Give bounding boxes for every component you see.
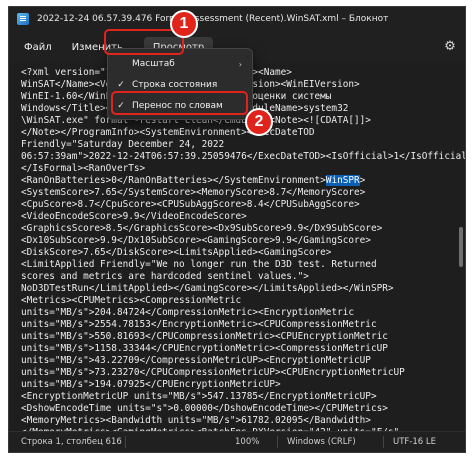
menu-file[interactable]: Файл bbox=[15, 37, 61, 58]
text-line: units="MB/s">1158.33344</CPUEncryptionMe… bbox=[21, 343, 388, 354]
text-line: units="MB/s">43.22709</CompressionMetric… bbox=[21, 355, 371, 366]
text-line: units="MB/s">194.07925</CPUEncryptionMet… bbox=[21, 379, 281, 390]
text-line: scores and metrics are hardcoded sentine… bbox=[21, 271, 309, 282]
status-zoom: 100% bbox=[235, 437, 260, 447]
status-encoding: UTF-16 LE bbox=[393, 437, 436, 447]
text-line: NoD3DTestRun</LimitApplied></GamingScore… bbox=[21, 283, 394, 294]
text-line: <DiskScore>7.65</DiskScore><LimitsApplie… bbox=[21, 247, 332, 258]
vertical-scrollbar[interactable] bbox=[459, 67, 463, 427]
status-line-ending: Windows (CRLF) bbox=[287, 437, 356, 447]
status-bar: Строка 1, столбец 616 100% Windows (CRLF… bbox=[9, 431, 465, 452]
notepad-app-icon bbox=[17, 13, 29, 25]
step-badge-1: 1 bbox=[170, 10, 198, 38]
status-position: Строка 1, столбец 616 bbox=[21, 437, 122, 447]
text-line: <EncryptionMetricUP units="MB/s">547.137… bbox=[21, 391, 377, 402]
text-line: units="MB/s">73.23270</CPUCompressionMet… bbox=[21, 367, 405, 378]
document-text: <?xml version="1.0"?><WinSAT><ProgramInf… bbox=[21, 67, 466, 452]
text-line: <Dx10SubScore>9.9</Dx10SubScore><GamingS… bbox=[21, 235, 371, 246]
text-line: <LimitApplied Friendly="We no longer run… bbox=[21, 259, 377, 270]
status-separator bbox=[125, 436, 126, 448]
text-line: </IsFormal><RanOverTs> bbox=[21, 163, 146, 174]
menu-item-status-bar-label: Строка состояния bbox=[132, 80, 218, 90]
text-line: </Note></ProgramInfo><SystemEnvironment>… bbox=[21, 127, 315, 138]
title-bar: 2022-12-24 06.57.39.476 Formal.Assessmen… bbox=[9, 7, 465, 31]
text-line: 06:57:39am">2022-12-24T06:57:39.25059476… bbox=[21, 151, 466, 162]
checkmark-icon: ✓ bbox=[117, 80, 125, 90]
text-line: <GraphicsScore>8.5</GraphicsScore><Dx9Su… bbox=[21, 223, 383, 234]
step-badge-2: 2 bbox=[245, 108, 273, 136]
status-separator bbox=[383, 436, 384, 448]
chevron-right-icon: › bbox=[238, 59, 242, 69]
menu-item-zoom[interactable]: Масштаб › bbox=[112, 54, 248, 74]
text-line: <CpuScore>8.7</CpuScore><CPUSubAggScore>… bbox=[21, 199, 360, 210]
text-line: units="MB/s">550.81693</CPUCompressionMe… bbox=[21, 331, 388, 342]
callout-box-view-menu bbox=[104, 29, 184, 55]
text-line: <RanOnBatteries>0</RanOnBatteries></Syst… bbox=[21, 175, 366, 186]
text-line: units="MB/s">204.84724</CompressionMetri… bbox=[21, 307, 355, 318]
callout-box-word-wrap bbox=[111, 91, 248, 115]
selected-text: WinSPR bbox=[325, 175, 360, 186]
text-line: units="MB/s">2554.78153</EncryptionMetri… bbox=[21, 319, 377, 330]
menu-item-zoom-label: Масштаб bbox=[132, 59, 175, 69]
text-line: Friendly="Saturday December 24, 2022 bbox=[21, 139, 225, 150]
window-title: 2022-12-24 06.57.39.476 Formal.Assessmen… bbox=[37, 14, 389, 24]
gear-icon[interactable]: ⚙ bbox=[443, 40, 457, 54]
scrollbar-thumb[interactable] bbox=[459, 227, 463, 267]
text-line: <MemoryMetrics><Bandwidth units="MB/s">6… bbox=[21, 415, 371, 426]
text-line: <Metrics><CPUMetrics><CompressionMetric bbox=[21, 295, 242, 306]
text-line: <DshowEncodeTime units="s">0.00000</Dsho… bbox=[21, 403, 388, 414]
text-line: <VideoEncodeScore>9.9</VideoEncodeScore> bbox=[21, 211, 247, 222]
text-line: <SystemScore>7.65</SystemScore><MemorySc… bbox=[21, 187, 366, 198]
status-separator bbox=[277, 436, 278, 448]
